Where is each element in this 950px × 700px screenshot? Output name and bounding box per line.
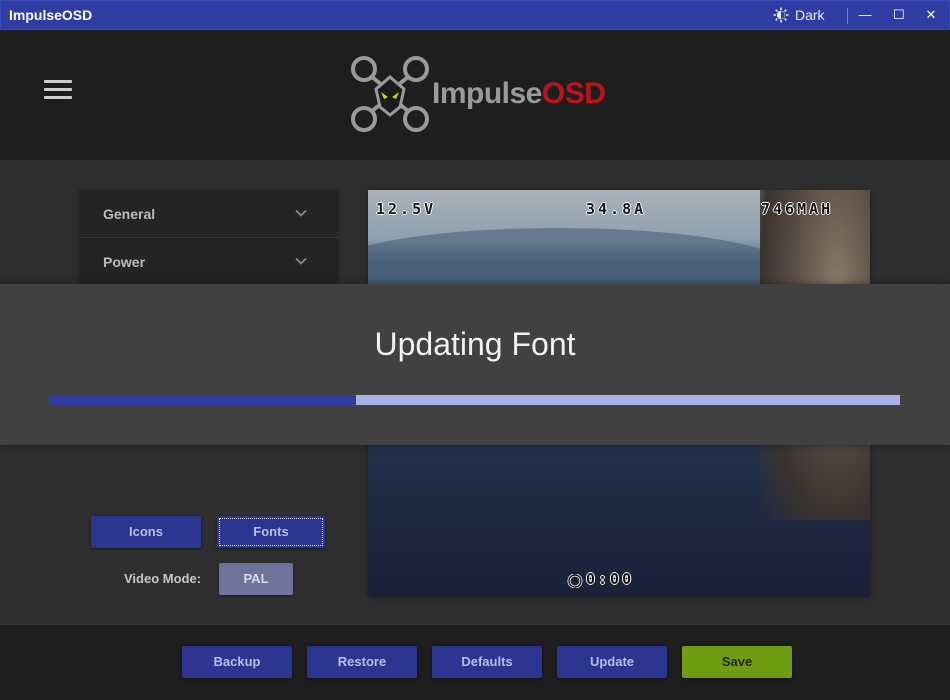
restore-button[interactable]: Restore bbox=[307, 646, 417, 678]
video-mode-label: Video Mode: bbox=[124, 571, 202, 586]
video-mode-button[interactable]: PAL bbox=[219, 563, 293, 595]
osd-capacity[interactable]: 746MAH bbox=[761, 200, 833, 218]
dialog-title: Updating Font bbox=[374, 326, 576, 362]
accordion-label: General bbox=[103, 206, 156, 222]
osd-timer[interactable]: 0:00 bbox=[586, 570, 634, 588]
fonts-button[interactable]: Fonts bbox=[217, 516, 325, 548]
app-header: ImpulseOSD bbox=[0, 30, 950, 160]
update-button[interactable]: Update bbox=[557, 646, 667, 678]
minimize-button[interactable]: — bbox=[851, 3, 879, 27]
accordion-item-general[interactable]: General bbox=[79, 190, 338, 238]
maximize-button[interactable]: ☐ bbox=[885, 3, 913, 27]
update-progress-dialog: Updating Font bbox=[0, 284, 950, 445]
progress-bar-fill bbox=[50, 395, 356, 405]
defaults-button[interactable]: Defaults bbox=[432, 646, 542, 678]
icons-button[interactable]: Icons bbox=[91, 516, 201, 548]
app-logo: ImpulseOSD bbox=[350, 55, 610, 135]
close-button[interactable]: ✕ bbox=[917, 3, 945, 27]
osd-current[interactable]: 34.8A bbox=[586, 200, 646, 218]
backup-button[interactable]: Backup bbox=[182, 646, 292, 678]
logo-text: ImpulseOSD bbox=[432, 77, 606, 110]
progress-bar bbox=[50, 395, 900, 405]
settings-accordion: General Power bbox=[79, 190, 338, 286]
menu-icon[interactable] bbox=[44, 80, 72, 100]
brightness-icon bbox=[773, 7, 789, 23]
footer-bar: Backup Restore Defaults Update Save bbox=[0, 625, 950, 700]
app-title: ImpulseOSD bbox=[9, 7, 93, 23]
title-bar: ImpulseOSD Dark — ☐ ✕ bbox=[0, 0, 950, 30]
accordion-item-power[interactable]: Power bbox=[79, 238, 338, 286]
titlebar-divider bbox=[847, 8, 848, 24]
chevron-down-icon bbox=[295, 209, 307, 217]
osd-voltage[interactable]: 12.5V bbox=[376, 200, 436, 218]
save-button[interactable]: Save bbox=[682, 646, 792, 678]
chevron-down-icon bbox=[295, 257, 307, 265]
drone-icon bbox=[351, 56, 429, 132]
stopwatch-icon bbox=[567, 572, 583, 588]
theme-toggle[interactable]: Dark bbox=[773, 7, 825, 23]
theme-label: Dark bbox=[795, 7, 825, 23]
accordion-label: Power bbox=[103, 254, 146, 270]
